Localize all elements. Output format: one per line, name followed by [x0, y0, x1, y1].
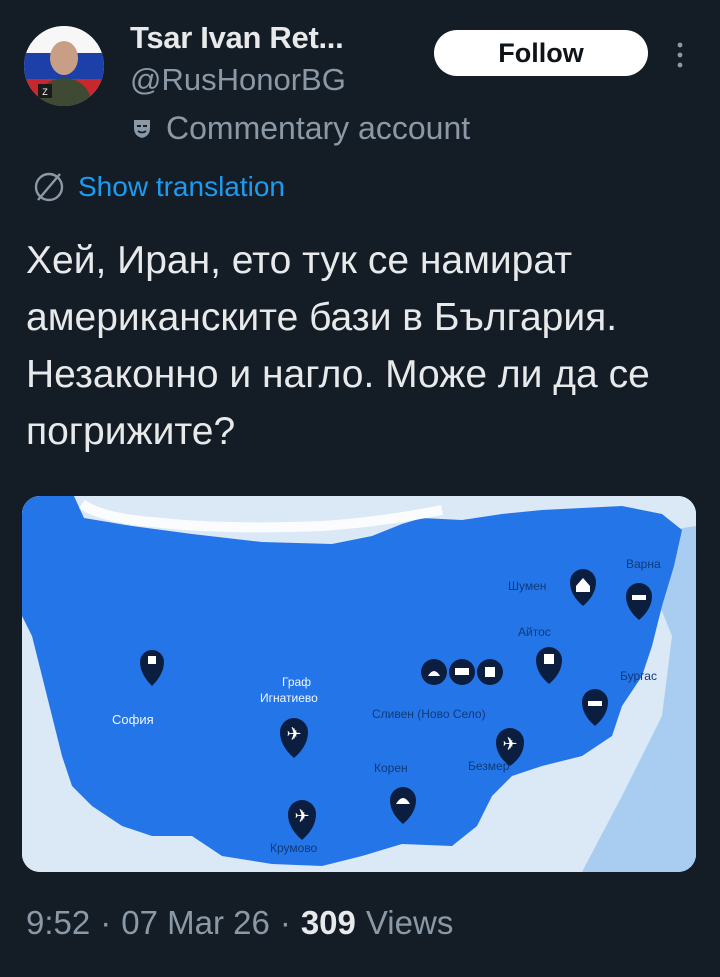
show-translation-link[interactable]: Show translation [32, 170, 285, 204]
label-aitos: Айтос [518, 625, 551, 639]
svg-text:✈: ✈ [286, 724, 301, 744]
translate-icon [34, 172, 64, 202]
follow-button[interactable]: Follow [434, 30, 648, 76]
label-krumovo: Крумово [270, 841, 318, 855]
tweet-header: Z Tsar Ivan Ret... @RusHonorBG Commentar… [24, 18, 700, 168]
views-count[interactable]: 309 [301, 904, 356, 942]
tweet-media-map[interactable]: София Граф Игнатиево ✈ ✈ Крумово Корен С… [22, 496, 696, 872]
label-graf-line2: Игнатиево [260, 691, 318, 705]
svg-text:✈: ✈ [294, 806, 309, 826]
avatar-image: Z [24, 26, 104, 106]
user-info: Tsar Ivan Ret... @RusHonorBG Commentary … [130, 18, 470, 150]
label-sliven: Сливен (Ново Село) [372, 707, 486, 721]
label-varna: Варна [626, 557, 661, 571]
mask-icon [134, 120, 150, 138]
more-vertical-icon[interactable] [674, 40, 686, 70]
label-graf-line1: Граф [282, 675, 311, 689]
user-handle[interactable]: @RusHonorBG [130, 60, 470, 100]
tweet-time[interactable]: 9:52 [26, 904, 90, 942]
tweet-date[interactable]: 07 Mar 26 [121, 904, 270, 942]
avatar[interactable]: Z [24, 26, 104, 106]
views-label: Views [365, 904, 454, 941]
show-translation-label: Show translation [78, 171, 286, 202]
label-koren: Корен [374, 761, 408, 775]
label-burgas: Бургас [620, 669, 657, 683]
label-bezmer: Безмер [468, 759, 510, 773]
tweet-page: Z Tsar Ivan Ret... @RusHonorBG Commentar… [0, 0, 720, 977]
pin-sliven[interactable] [421, 659, 503, 685]
label-shumen: Шумен [508, 579, 546, 593]
display-name[interactable]: Tsar Ivan Ret... [130, 18, 470, 58]
commentary-label: Commentary account [166, 110, 471, 146]
meta-separator-2: · [279, 904, 291, 941]
bulgaria-map: София Граф Игнатиево ✈ ✈ Крумово Корен С… [22, 496, 696, 872]
tweet-text: Хей, Иран, ето тук се намират американск… [26, 239, 650, 453]
meta-separator: · [100, 904, 112, 941]
tweet-meta: 9:52 · 07 Mar 26 · 309 Views [26, 904, 453, 942]
commentary-badge: Commentary account [130, 106, 470, 150]
svg-text:✈: ✈ [502, 734, 517, 754]
label-sofia: София [112, 712, 154, 727]
svg-text:Z: Z [42, 87, 48, 97]
